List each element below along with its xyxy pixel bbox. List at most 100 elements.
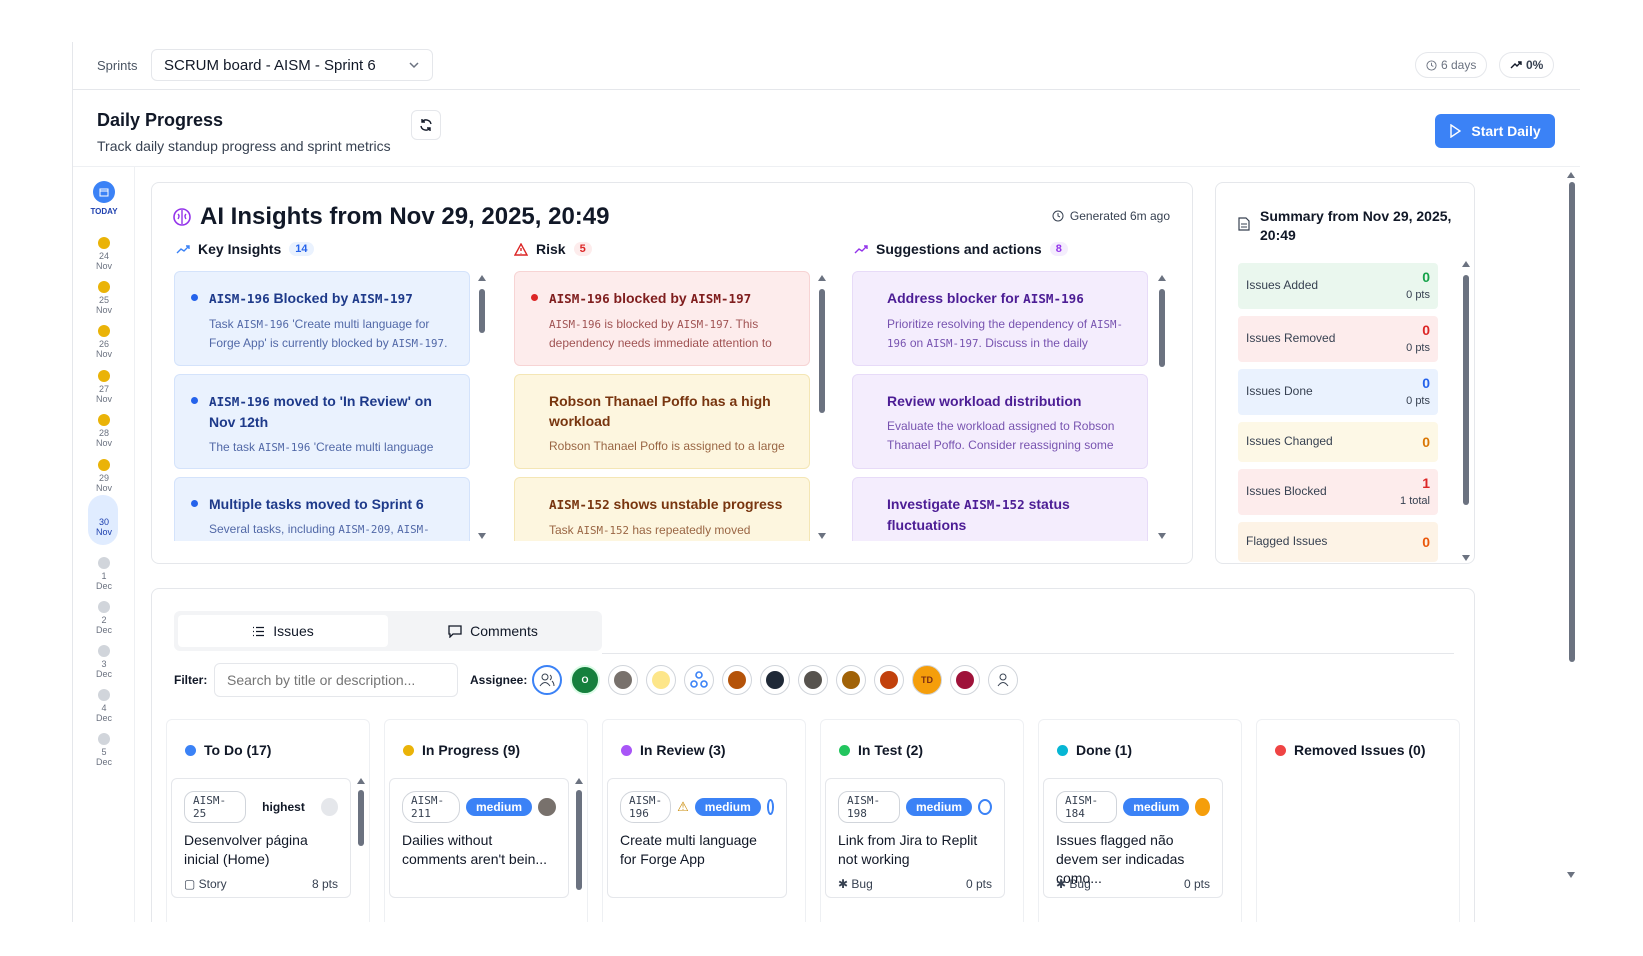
avatar[interactable] xyxy=(646,665,676,695)
tab-comments[interactable]: Comments xyxy=(388,615,598,647)
kanban-column: Done (1) AISM-184 medium Issues flagged não… xyxy=(1038,719,1242,922)
summary-row-issues-added[interactable]: Issues Added 0 0 pts xyxy=(1238,263,1438,309)
avatar-o[interactable]: O xyxy=(570,665,600,695)
day-5-dec[interactable]: 5 Dec xyxy=(73,733,135,767)
scroll-up-arrow[interactable] xyxy=(478,275,486,281)
suggestions-scrollbar[interactable] xyxy=(1158,275,1166,539)
summary-row-flagged-issues[interactable]: Flagged Issues 0 xyxy=(1238,522,1438,562)
avatar-face xyxy=(652,671,670,689)
insight-title: AISM-196 Blocked by AISM-197 xyxy=(209,290,413,306)
sprint-select[interactable]: SCRUM board - AISM - Sprint 6 xyxy=(151,49,433,81)
issue-key[interactable]: AISM-25 xyxy=(184,791,247,823)
assignee-avatar[interactable] xyxy=(1195,798,1210,816)
scroll-up-arrow[interactable] xyxy=(1158,275,1166,281)
summary-row-issues-removed[interactable]: Issues Removed 0 0 pts xyxy=(1238,316,1438,362)
brain-icon xyxy=(173,208,191,226)
avatar[interactable] xyxy=(760,665,790,695)
search-input[interactable] xyxy=(214,663,458,697)
all-assignees-filter[interactable] xyxy=(532,665,562,695)
day-28-nov[interactable]: 28 Nov xyxy=(73,414,135,448)
column-scrollbar[interactable] xyxy=(575,778,583,898)
scroll-thumb[interactable] xyxy=(358,790,364,846)
scroll-down-arrow[interactable] xyxy=(478,533,486,539)
day-29-nov[interactable]: 29 Nov xyxy=(73,459,135,493)
assignee-avatar[interactable] xyxy=(978,799,992,815)
risk-card[interactable]: AISM-152 shows unstable progress Task AIS… xyxy=(514,477,810,541)
risk-card[interactable]: AISM-196 blocked by AISM-197 AISM-196 is … xyxy=(514,271,810,366)
column-title: To Do (17) xyxy=(204,742,272,758)
issue-card[interactable]: AISM-184 medium Issues flagged não devem s… xyxy=(1043,778,1223,898)
scroll-up-arrow[interactable] xyxy=(575,778,583,784)
unassigned-filter[interactable] xyxy=(988,665,1018,695)
suggestions-card[interactable]: Address blocker for AISM-196 Prioritize r… xyxy=(852,271,1148,366)
scroll-up-arrow[interactable] xyxy=(1567,172,1575,178)
today-button[interactable]: TODAY xyxy=(73,181,135,217)
scroll-up-arrow[interactable] xyxy=(1462,261,1470,267)
day-1-dec[interactable]: 1 Dec xyxy=(73,557,135,591)
scroll-thumb[interactable] xyxy=(576,790,582,890)
issue-key[interactable]: AISM-198 xyxy=(838,791,901,823)
warning-icon xyxy=(514,242,528,256)
avatar[interactable] xyxy=(950,665,980,695)
suggestions-card[interactable]: Review workload distribution Evaluate the… xyxy=(852,374,1148,469)
risk-card[interactable]: Robson Thanael Poffo has a high workload… xyxy=(514,374,810,469)
issue-key[interactable]: AISM-184 xyxy=(1056,791,1118,823)
issue-card[interactable]: AISM-211 medium Dailies without comments a… xyxy=(389,778,569,898)
issue-card[interactable]: AISM-196 ⚠ medium Create multi language for… xyxy=(607,778,787,898)
avatar[interactable] xyxy=(722,665,752,695)
scroll-thumb[interactable] xyxy=(819,289,825,413)
scroll-thumb[interactable] xyxy=(1463,275,1469,505)
issue-key[interactable]: AISM-211 xyxy=(402,791,460,823)
scroll-down-arrow[interactable] xyxy=(1567,872,1575,878)
risk-scrollbar[interactable] xyxy=(818,275,826,539)
day-25-nov[interactable]: 25 Nov xyxy=(73,281,135,315)
start-daily-button[interactable]: Start Daily xyxy=(1435,114,1555,148)
column-scrollbar[interactable] xyxy=(357,778,365,898)
refresh-button[interactable] xyxy=(411,110,441,140)
day-24-nov[interactable]: 24 Nov xyxy=(73,237,135,271)
tab-issues[interactable]: Issues xyxy=(178,615,388,647)
summary-scrollbar[interactable] xyxy=(1462,261,1470,561)
tabs-divider xyxy=(602,653,1454,654)
issue-card[interactable]: AISM-198 medium Link from Jira to Replit n… xyxy=(825,778,1005,898)
user-icon xyxy=(997,673,1009,687)
key-card[interactable]: Multiple tasks moved to Sprint 6 Several … xyxy=(174,477,470,541)
avatar[interactable] xyxy=(874,665,904,695)
scroll-thumb[interactable] xyxy=(1569,182,1575,662)
day-4-dec[interactable]: 4 Dec xyxy=(73,689,135,723)
avatar[interactable] xyxy=(836,665,866,695)
days-left-badge: 6 days xyxy=(1415,52,1488,78)
avatar-bot[interactable] xyxy=(684,665,714,695)
page-scrollbar[interactable] xyxy=(1567,172,1577,878)
day-2-dec[interactable]: 2 Dec xyxy=(73,601,135,635)
scroll-thumb[interactable] xyxy=(1159,289,1165,367)
scroll-up-arrow[interactable] xyxy=(357,778,365,784)
avatar[interactable] xyxy=(608,665,638,695)
assignee-avatar[interactable] xyxy=(320,798,338,816)
summary-row-issues-blocked[interactable]: Issues Blocked 1 1 total xyxy=(1238,469,1438,515)
day-3-dec[interactable]: 3 Dec xyxy=(73,645,135,679)
day-status-dot xyxy=(98,459,110,471)
avatar[interactable] xyxy=(798,665,828,695)
day-27-nov[interactable]: 27 Nov xyxy=(73,370,135,404)
scroll-down-arrow[interactable] xyxy=(1462,555,1470,561)
key-card[interactable]: AISM-196 moved to 'In Review' on Nov 12t… xyxy=(174,374,470,469)
assignee-avatar[interactable] xyxy=(766,799,774,815)
issue-key[interactable]: AISM-196 xyxy=(620,791,672,823)
scroll-down-arrow[interactable] xyxy=(818,533,826,539)
day-26-nov[interactable]: 26 Nov xyxy=(73,325,135,359)
assignee-avatar[interactable] xyxy=(538,798,556,816)
scroll-thumb[interactable] xyxy=(479,289,485,333)
key-insights-scrollbar[interactable] xyxy=(478,275,486,539)
summary-row-issues-done[interactable]: Issues Done 0 0 pts xyxy=(1238,369,1438,415)
summary-row-issues-changed[interactable]: Issues Changed 0 xyxy=(1238,422,1438,462)
status-dot xyxy=(839,744,850,756)
suggestions-card[interactable]: Investigate AISM-152 status fluctuations xyxy=(852,477,1148,541)
scroll-up-arrow[interactable] xyxy=(818,275,826,281)
insight-title: AISM-196 blocked by AISM-197 xyxy=(549,290,752,306)
issue-card[interactable]: AISM-25 highest Desenvolver página inicial… xyxy=(171,778,351,898)
key-card[interactable]: AISM-196 Blocked by AISM-197 Task AISM-19… xyxy=(174,271,470,366)
avatar-td[interactable]: TD xyxy=(912,665,942,695)
scroll-down-arrow[interactable] xyxy=(1158,533,1166,539)
day-30-nov[interactable]: 30 Nov xyxy=(73,503,135,537)
